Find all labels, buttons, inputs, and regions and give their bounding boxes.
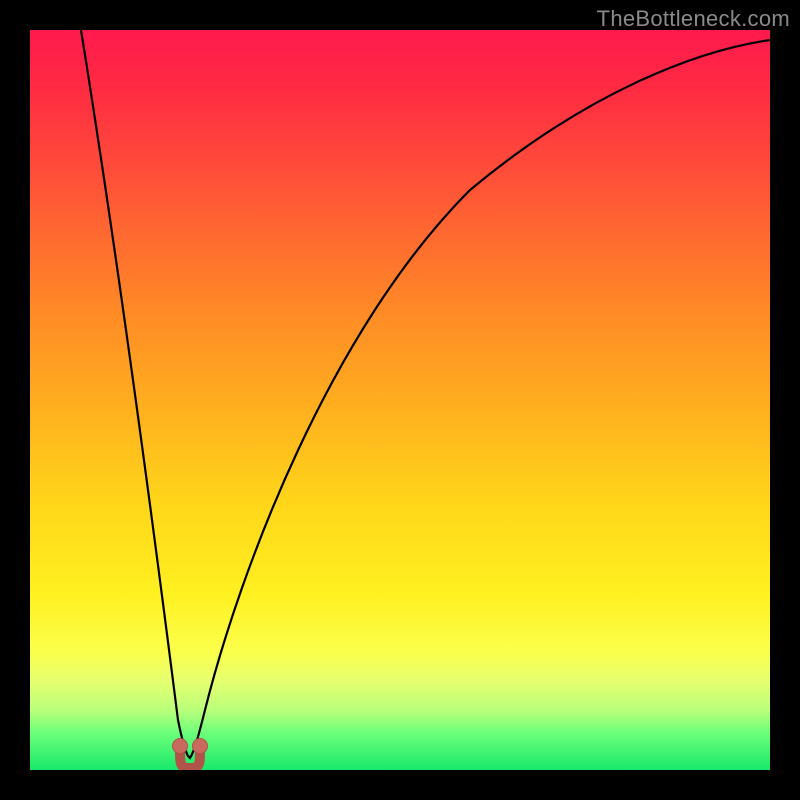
marker-point-a: [173, 739, 188, 754]
bottleneck-curve-svg: [30, 30, 770, 770]
attribution-label: TheBottleneck.com: [597, 6, 790, 32]
bottleneck-curve-path: [81, 30, 770, 758]
marker-point-b: [193, 739, 208, 754]
